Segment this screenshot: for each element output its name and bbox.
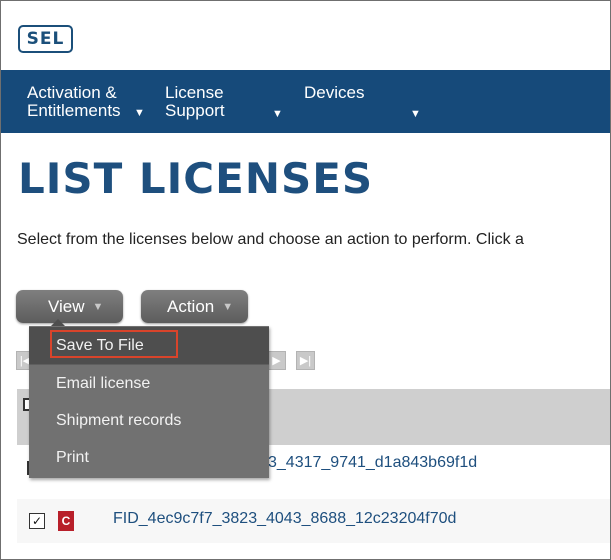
menu-item-label: Print (56, 448, 89, 466)
nav-label-line1: License (165, 83, 224, 102)
nav-label-line1: Activation & (27, 83, 117, 102)
last-page-icon[interactable]: ▶| (296, 351, 315, 370)
main-nav: Activation & Support Entitlements ▼ Lice… (1, 70, 610, 133)
caret-down-icon: ▼ (134, 107, 145, 119)
table-row: ✓ C FID_4ec9c7f7_3823_4043_8688_12c23204… (17, 499, 610, 543)
instructions-text: Select from the licenses below and choos… (17, 231, 524, 248)
caret-down-icon: ▼ (272, 108, 283, 120)
caret-down-icon: ▼ (222, 300, 234, 313)
dropdown-pointer (51, 319, 65, 326)
nav-item-activation-entitlements[interactable]: Activation & Support Entitlements (27, 84, 121, 120)
nav-item-devices[interactable]: Devices (304, 84, 364, 102)
menu-item-save-to-file[interactable]: Save To File (29, 327, 269, 364)
action-button[interactable]: Action ▼ (141, 290, 248, 323)
menu-item-print[interactable]: Print (29, 439, 269, 476)
nav-label-line2: Entitlements (27, 101, 121, 120)
nav-item-license-support[interactable]: License Support (165, 84, 225, 120)
row-checkbox[interactable]: ✓ (29, 513, 45, 529)
menu-item-label: Shipment records (56, 411, 182, 429)
highlight-box (50, 330, 178, 358)
license-id-link[interactable]: FID_4ec9c7f7_3823_4043_8688_12c23204f70d (113, 510, 456, 528)
page-frame: SEL Activation & Support Entitlements ▼ … (0, 0, 611, 560)
caret-down-icon: ▼ (92, 300, 104, 313)
page-title: LIST LICENSES (18, 154, 374, 203)
sel-logo[interactable]: SEL (18, 25, 73, 53)
menu-item-label: Email license (56, 374, 151, 392)
menu-item-email-license[interactable]: Email license (29, 365, 269, 402)
license-id-link[interactable]: 3_4317_9741_d1a843b69f1d (268, 454, 477, 472)
view-button-label: View (48, 296, 85, 316)
view-dropdown-menu: Save To File Email license Shipment reco… (29, 319, 269, 478)
nav-label-line1: Devices (304, 83, 365, 102)
action-button-label: Action (167, 296, 215, 316)
caret-down-icon: ▼ (410, 108, 421, 120)
view-button[interactable]: View ▼ (16, 290, 123, 323)
next-page-icon[interactable]: ▶ (267, 351, 286, 370)
license-status-badge: C (58, 511, 74, 531)
logo-text: SEL (26, 29, 65, 49)
menu-item-shipment-records[interactable]: Shipment records (29, 402, 269, 439)
nav-label-line2: Support (165, 101, 225, 120)
